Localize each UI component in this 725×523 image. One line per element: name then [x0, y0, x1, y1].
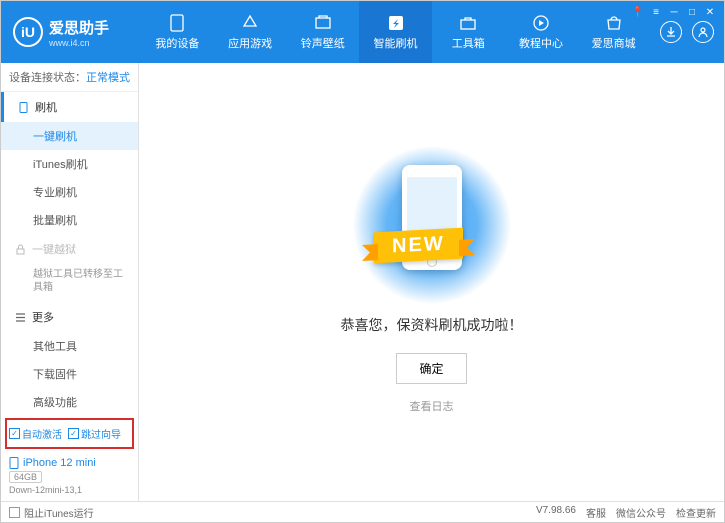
- logo-area: iU 爱思助手 www.i4.cn: [1, 17, 141, 48]
- tools-icon: [459, 14, 477, 32]
- app-header: 📍 ≡ ─ □ ✕ iU 爱思助手 www.i4.cn 我的设备 应用游戏 铃声壁纸…: [1, 1, 724, 63]
- nav-label: 铃声壁纸: [301, 35, 345, 51]
- download-icon: [665, 26, 677, 38]
- checkbox-icon: ✓: [68, 428, 79, 439]
- sidebar: 设备连接状态：正常模式 刷机 一键刷机iTunes刷机专业刷机批量刷机 一键越狱…: [1, 63, 139, 501]
- lock-icon: [15, 244, 26, 255]
- sidebar-item-flash-0[interactable]: 一键刷机: [1, 122, 138, 150]
- minimize-button[interactable]: ─: [666, 5, 682, 19]
- device-model: Down-12mini-13,1: [9, 485, 130, 495]
- device-name-text: iPhone 12 mini: [23, 457, 96, 469]
- sidebar-group-jailbreak[interactable]: 一键越狱: [1, 234, 138, 264]
- version-label: V7.98.66: [536, 505, 576, 520]
- nav-label: 教程中心: [519, 35, 563, 51]
- conn-label: 设备连接状态：: [9, 72, 86, 84]
- menu-button[interactable]: ≡: [648, 5, 664, 19]
- flash-icon: [387, 14, 405, 32]
- footer-right: V7.98.66 客服 微信公众号 检查更新: [536, 505, 716, 520]
- confirm-button[interactable]: 确定: [396, 353, 466, 384]
- main-nav: 我的设备 应用游戏 铃声壁纸 智能刷机 工具箱 教程中心 爱思商城: [141, 1, 650, 63]
- sidebar-item-flash-3[interactable]: 批量刷机: [1, 206, 138, 234]
- brand-url: www.i4.cn: [49, 38, 109, 48]
- nav-item-tools[interactable]: 工具箱: [432, 1, 505, 63]
- footer-left: 阻止iTunes运行: [9, 505, 536, 520]
- sidebar-item-more-2[interactable]: 高级功能: [1, 388, 138, 416]
- download-button[interactable]: [660, 21, 682, 43]
- user-icon: [697, 26, 709, 38]
- jailbreak-note: 越狱工具已转移至工具箱: [1, 264, 138, 302]
- sidebar-tree: 刷机 一键刷机iTunes刷机专业刷机批量刷机 一键越狱 越狱工具已转移至工具箱…: [1, 92, 138, 416]
- support-link[interactable]: 客服: [586, 505, 606, 520]
- nav-item-tutorial[interactable]: 教程中心: [505, 1, 578, 63]
- block-itunes-label: 阻止iTunes运行: [24, 505, 94, 520]
- update-link[interactable]: 检查更新: [676, 505, 716, 520]
- new-ribbon: NEW: [374, 228, 463, 264]
- device-name[interactable]: iPhone 12 mini: [9, 457, 130, 469]
- logo-icon: iU: [13, 17, 43, 47]
- jailbreak-label: 一键越狱: [32, 241, 76, 257]
- sidebar-item-flash-1[interactable]: iTunes刷机: [1, 150, 138, 178]
- conn-mode: 正常模式: [86, 72, 130, 84]
- sidebar-item-flash-2[interactable]: 专业刷机: [1, 178, 138, 206]
- device-icon: [9, 457, 19, 469]
- success-message: 恭喜您，保资料刷机成功啦！: [341, 315, 523, 335]
- maximize-button[interactable]: □: [684, 5, 700, 19]
- options-highlight: ✓ 自动激活 ✓ 跳过向导: [5, 418, 134, 449]
- content-area: 设备连接状态：正常模式 刷机 一键刷机iTunes刷机专业刷机批量刷机 一键越狱…: [1, 63, 724, 501]
- nav-label: 智能刷机: [374, 35, 418, 51]
- sidebar-group-flash[interactable]: 刷机: [1, 92, 138, 122]
- apps-icon: [241, 14, 259, 32]
- pin-button[interactable]: 📍: [630, 5, 646, 19]
- phone-icon: [18, 102, 29, 113]
- user-button[interactable]: [692, 21, 714, 43]
- checkbox-auto-activate[interactable]: ✓ 自动激活: [9, 426, 62, 441]
- brand-name: 爱思助手: [49, 17, 109, 38]
- sidebar-item-more-1[interactable]: 下载固件: [1, 360, 138, 388]
- storage-badge: 64GB: [9, 471, 42, 483]
- nav-label: 我的设备: [155, 35, 199, 51]
- main-panel: NEW 恭喜您，保资料刷机成功啦！ 确定 查看日志: [139, 63, 724, 501]
- cb-label: 跳过向导: [81, 426, 121, 441]
- checkbox-block-itunes[interactable]: 阻止iTunes运行: [9, 505, 94, 520]
- nav-label: 工具箱: [452, 35, 485, 51]
- cb-label: 自动激活: [22, 426, 62, 441]
- media-icon: [314, 14, 332, 32]
- connection-status: 设备连接状态：正常模式: [1, 63, 138, 92]
- store-icon: [605, 14, 623, 32]
- checkbox-icon: ✓: [9, 428, 20, 439]
- device-icon: [168, 14, 186, 32]
- success-illustration: NEW: [352, 150, 512, 300]
- checkbox-skip-guide[interactable]: ✓ 跳过向导: [68, 426, 121, 441]
- view-log-link[interactable]: 查看日志: [410, 398, 454, 414]
- sidebar-group-more[interactable]: 更多: [1, 302, 138, 332]
- nav-item-device[interactable]: 我的设备: [141, 1, 214, 63]
- device-info: iPhone 12 mini 64GB Down-12mini-13,1: [1, 451, 138, 501]
- nav-item-media[interactable]: 铃声壁纸: [286, 1, 359, 63]
- window-controls: 📍 ≡ ─ □ ✕: [630, 5, 718, 19]
- more-label: 更多: [32, 309, 54, 325]
- checkbox-icon: [9, 507, 20, 518]
- list-icon: [15, 312, 26, 323]
- sidebar-item-more-0[interactable]: 其他工具: [1, 332, 138, 360]
- wechat-link[interactable]: 微信公众号: [616, 505, 666, 520]
- flash-label: 刷机: [35, 99, 57, 115]
- tutorial-icon: [532, 14, 550, 32]
- nav-label: 爱思商城: [592, 35, 636, 51]
- header-actions: [650, 21, 724, 43]
- nav-item-apps[interactable]: 应用游戏: [214, 1, 287, 63]
- nav-item-flash[interactable]: 智能刷机: [359, 1, 432, 63]
- close-button[interactable]: ✕: [702, 5, 718, 19]
- nav-label: 应用游戏: [228, 35, 272, 51]
- footer: 阻止iTunes运行 V7.98.66 客服 微信公众号 检查更新: [1, 501, 724, 523]
